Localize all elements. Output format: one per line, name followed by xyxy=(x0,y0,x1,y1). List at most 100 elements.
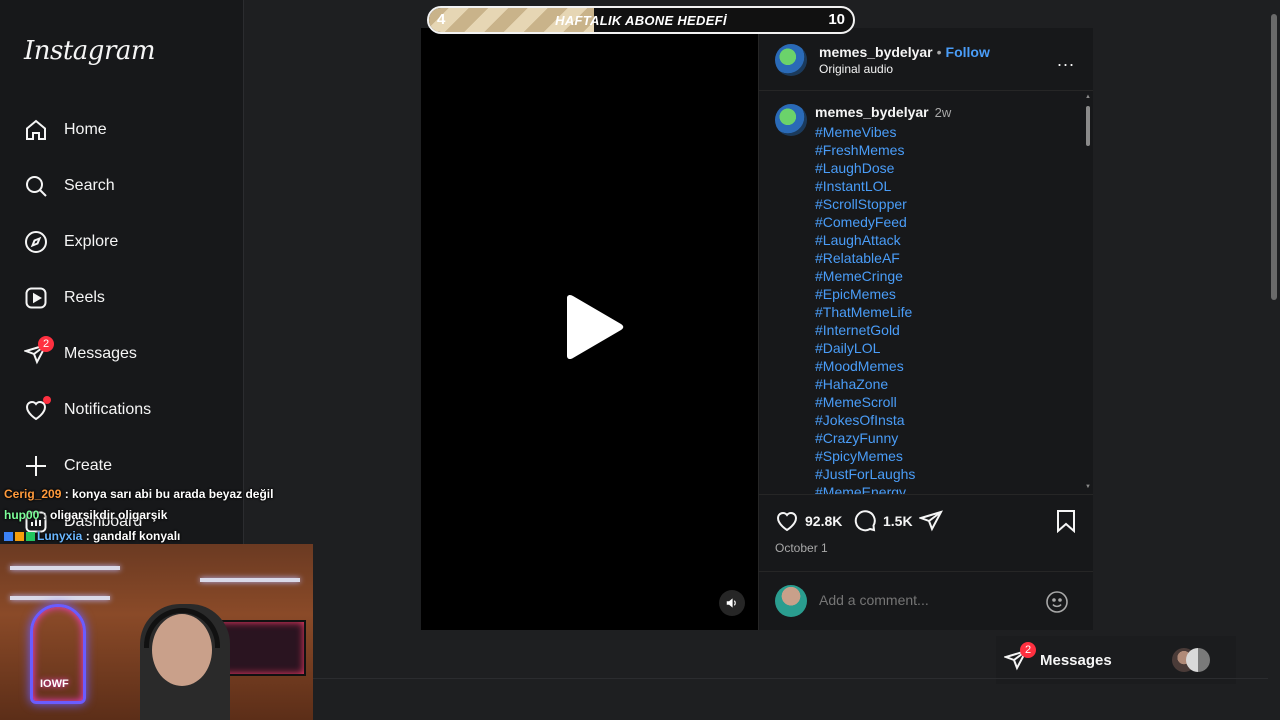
subscriber-goal-bar: 4 HAFTALIK ABONE HEDEFİ 10 xyxy=(427,6,855,34)
messenger-icon: 2 xyxy=(24,336,54,366)
hashtag-link[interactable]: #MemeVibes xyxy=(815,123,915,141)
chat-badge-icon xyxy=(15,532,24,542)
emoji-icon[interactable] xyxy=(1045,590,1069,614)
post-side-panel: memes_bydelyar • Follow Original audio ...… xyxy=(758,28,1093,630)
plus-icon xyxy=(24,454,48,478)
messages-pill[interactable]: 2 Messages xyxy=(996,636,1236,684)
hashtag-link[interactable]: #MemeCringe xyxy=(815,267,915,285)
comment-composer xyxy=(759,571,1093,630)
hashtag-link[interactable]: #MemeScroll xyxy=(815,393,915,411)
home-icon xyxy=(24,118,48,142)
neon-shelf xyxy=(10,596,110,600)
caption-username[interactable]: memes_bydelyar xyxy=(815,104,929,120)
messages-pill-label: Messages xyxy=(1040,652,1112,669)
hashtag-list: #MemeVibes #FreshMemes #LaughDose #InstantL… xyxy=(815,123,915,494)
messages-pill-badge: 2 xyxy=(1020,642,1036,658)
sidebar-item-search[interactable]: Search xyxy=(24,166,115,206)
page-scrollbar[interactable] xyxy=(1268,0,1280,720)
chat-avatar xyxy=(1186,648,1210,672)
hashtag-link[interactable]: #RelatableAF xyxy=(815,249,915,267)
heart-icon xyxy=(24,396,51,422)
heart-icon xyxy=(776,512,798,532)
caption-time: 2w xyxy=(934,105,952,120)
author-line: memes_bydelyar • Follow xyxy=(819,44,990,60)
sidebar-item-label: Home xyxy=(64,121,107,138)
chat-username: Cerig_209 xyxy=(4,487,62,501)
speaker-icon xyxy=(726,598,736,608)
caption-header: memes_bydelyar 2w xyxy=(815,104,951,120)
current-user-avatar[interactable] xyxy=(775,585,807,617)
chat-badge-icon xyxy=(4,532,13,542)
caption-scrollbar[interactable]: ▲ ▼ xyxy=(1085,94,1091,490)
instagram-logo[interactable]: Instagram xyxy=(24,36,156,66)
share-button[interactable] xyxy=(919,509,943,533)
play-icon[interactable] xyxy=(561,294,625,360)
sidebar-item-label: Explore xyxy=(64,233,119,250)
hashtag-link[interactable]: #ComedyFeed xyxy=(815,213,915,231)
goal-end-value: 10 xyxy=(828,11,845,28)
hashtag-link[interactable]: #InstantLOL xyxy=(815,177,915,195)
hashtag-link[interactable]: #JustForLaughs xyxy=(815,465,915,483)
streamer-webcam: IOWF xyxy=(0,544,313,720)
action-bar: 92.8K 1.5K October 1 xyxy=(759,494,1093,570)
author-avatar[interactable] xyxy=(775,44,807,76)
post-modal: memes_bydelyar • Follow Original audio ...… xyxy=(421,28,1093,630)
scroll-thumb[interactable] xyxy=(1086,106,1090,146)
hashtag-link[interactable]: #LaughAttack xyxy=(815,231,915,249)
sidebar-item-reels[interactable]: Reels xyxy=(24,278,105,318)
page-scroll-thumb[interactable] xyxy=(1271,14,1277,300)
hashtag-link[interactable]: #FreshMemes xyxy=(815,141,915,159)
sidebar-item-label: Search xyxy=(64,177,115,194)
video-player[interactable] xyxy=(421,28,758,630)
comment-button[interactable]: 1.5K xyxy=(853,509,913,533)
hashtag-link[interactable]: #DailyLOL xyxy=(815,339,915,357)
audio-label[interactable]: Original audio xyxy=(819,62,893,76)
hashtag-link[interactable]: #ThatMemeLife xyxy=(815,303,915,321)
post-date: October 1 xyxy=(775,541,828,555)
sidebar-item-notifications[interactable]: Notifications xyxy=(24,390,151,430)
hashtag-link[interactable]: #LaughDose xyxy=(815,159,915,177)
chat-badge-icon xyxy=(26,532,35,542)
hashtag-link[interactable]: #InternetGold xyxy=(815,321,915,339)
reels-icon xyxy=(24,286,48,310)
sidebar-item-label: Create xyxy=(64,457,113,474)
compass-icon xyxy=(24,230,48,254)
more-options-icon[interactable]: ... xyxy=(1057,50,1075,71)
scroll-up-arrow[interactable]: ▲ xyxy=(1085,94,1091,100)
like-count: 92.8K xyxy=(805,513,843,529)
chat-text: gandalf konyalı xyxy=(93,529,181,543)
messenger-icon: 2 xyxy=(1002,642,1036,672)
like-button[interactable]: 92.8K xyxy=(775,509,842,533)
save-button[interactable] xyxy=(1055,509,1077,533)
author-username[interactable]: memes_bydelyar xyxy=(819,44,933,60)
chat-text: konya sarı abi bu arada beyaz değil xyxy=(72,487,274,501)
comment-input[interactable] xyxy=(819,592,1039,608)
separator-dot: • xyxy=(936,44,942,60)
search-icon xyxy=(24,174,48,198)
hashtag-link[interactable]: #ScrollStopper xyxy=(815,195,915,213)
hashtag-link[interactable]: #JokesOfInsta xyxy=(815,411,915,429)
follow-button[interactable]: Follow xyxy=(946,44,990,60)
sidebar-item-home[interactable]: Home xyxy=(24,110,107,150)
caption-area: memes_bydelyar 2w #MemeVibes #FreshMemes #L… xyxy=(759,92,1094,494)
post-header: memes_bydelyar • Follow Original audio ... xyxy=(759,28,1093,91)
hashtag-link[interactable]: #CrazyFunny xyxy=(815,429,915,447)
chat-message: hup00 : oligarşikdir oligarşik xyxy=(4,508,168,522)
sidebar-item-label: Messages xyxy=(64,345,137,362)
sidebar-item-create[interactable]: Create xyxy=(24,446,112,486)
hashtag-link[interactable]: #HahaZone xyxy=(815,375,915,393)
caption-avatar[interactable] xyxy=(775,104,807,136)
hashtag-link[interactable]: #EpicMemes xyxy=(815,285,915,303)
chat-username: Lunyxia xyxy=(37,529,83,543)
sidebar-item-explore[interactable]: Explore xyxy=(24,222,118,262)
hashtag-link[interactable]: #MemeEnergy xyxy=(815,483,915,494)
scroll-down-arrow[interactable]: ▼ xyxy=(1085,484,1091,490)
neon-label: IOWF xyxy=(40,678,69,690)
sidebar-item-messages[interactable]: 2 Messages xyxy=(24,334,137,374)
mute-button[interactable] xyxy=(719,590,745,616)
sidebar-item-label: Reels xyxy=(64,289,105,306)
hashtag-link[interactable]: #SpicyMemes xyxy=(815,447,915,465)
hashtag-link[interactable]: #MoodMemes xyxy=(815,357,915,375)
notification-dot xyxy=(43,396,51,404)
sidebar-item-label: Notifications xyxy=(64,401,152,418)
